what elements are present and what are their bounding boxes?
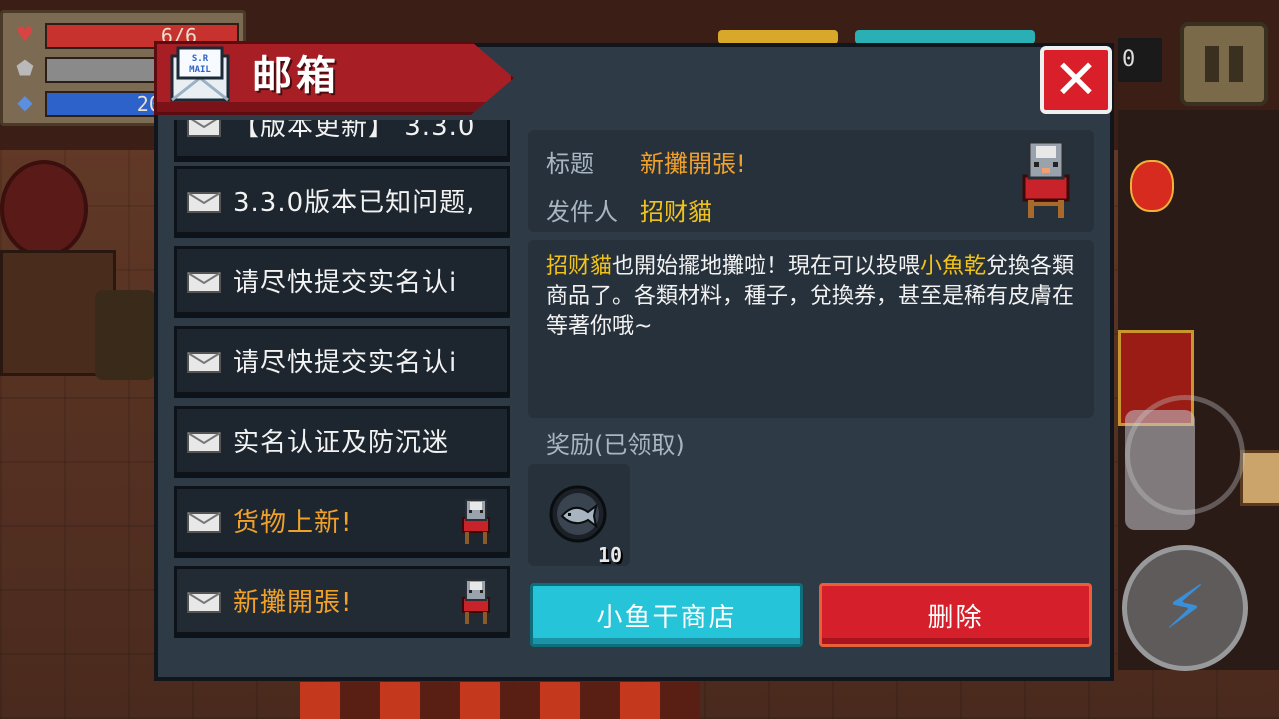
- lucky-cat-icon: [462, 578, 490, 624]
- background-character: [95, 290, 155, 380]
- reward-quantity: 10: [598, 543, 623, 567]
- close-button[interactable]: ✕: [1040, 46, 1112, 114]
- mail-item-label: 请尽快提交实名认i: [233, 348, 458, 378]
- pause-button[interactable]: [1180, 22, 1268, 106]
- lucky-cat-icon: [462, 498, 490, 544]
- envelope-icon: [187, 120, 221, 137]
- body-highlight-sender: 招财貓: [546, 254, 613, 279]
- mail-item-label: 实名认证及防沉迷: [233, 428, 450, 458]
- delete-button[interactable]: 删除: [819, 583, 1092, 647]
- diamond-icon: ◆: [17, 90, 33, 114]
- subject-value: 新攤開張!: [640, 150, 746, 178]
- mail-item-new-stall[interactable]: 新攤開張!: [174, 566, 510, 638]
- svg-text:MAIL: MAIL: [189, 65, 211, 75]
- background-sign: [1240, 450, 1279, 506]
- mail-list[interactable]: 【版本更新】 3.3.0 3.3.0版本已知问题, 请尽快提交实名认i 请尽快提…: [170, 120, 514, 650]
- reward-label: 奖励(已领取): [546, 431, 685, 459]
- envelope-icon: [187, 591, 221, 613]
- close-icon: ✕: [1053, 48, 1099, 111]
- hp-row: ♥: [11, 21, 39, 47]
- mail-item-new-goods[interactable]: 货物上新!: [174, 486, 510, 558]
- dried-fish-shop-button[interactable]: 小鱼干商店: [530, 583, 803, 647]
- envelope-icon: [187, 511, 221, 533]
- mail-item-label: 【版本更新】 3.3.0: [233, 120, 476, 142]
- coin-count: 0: [1118, 38, 1162, 82]
- mail-item-label: 3.3.0版本已知问题,: [233, 188, 476, 218]
- envelope-icon: [187, 431, 221, 453]
- body-text-part: 也開始擺地攤啦！現在可以投喂: [612, 254, 921, 279]
- shield-icon: ⬟: [16, 56, 34, 80]
- mail-item-label: 货物上新!: [233, 508, 353, 538]
- background-lamps: [300, 682, 700, 719]
- mail-body-text: 招财貓也開始擺地攤啦！現在可以投喂小魚乾兌換各類商品了。各類材料，種子，兌換券，…: [546, 252, 1076, 342]
- mail-item-real-name-2[interactable]: 请尽快提交实名认i: [174, 326, 510, 398]
- pause-icon-bar: [1229, 46, 1243, 82]
- top-bar-yellow: [718, 30, 838, 44]
- sender-avatar-icon: [1022, 140, 1070, 218]
- mail-item-anti-addiction[interactable]: 实名认证及防沉迷: [174, 406, 510, 478]
- mail-item-label: 新攤開張!: [233, 588, 353, 618]
- background-rug: [0, 160, 88, 258]
- mail-icon: S.R MAIL: [170, 46, 230, 102]
- mail-icon-text: S.R: [192, 54, 209, 64]
- envelope-icon: [187, 351, 221, 373]
- sender-value: 招财貓: [640, 198, 712, 226]
- lantern-decoration: [1130, 160, 1174, 212]
- subject-label: 标题: [546, 150, 594, 178]
- dialog-title: 邮箱: [252, 53, 340, 99]
- energy-row: ◆: [11, 89, 39, 115]
- skill-button[interactable]: ⚡: [1122, 545, 1248, 671]
- mail-item-label: 请尽快提交实名认i: [233, 268, 458, 298]
- pause-icon-bar: [1205, 46, 1219, 82]
- envelope-icon: [187, 271, 221, 293]
- lightning-icon: ⚡: [1163, 573, 1207, 643]
- top-bar-teal: [855, 30, 1035, 44]
- heart-icon: ♥: [16, 22, 34, 46]
- weapon-switch-button[interactable]: [1125, 395, 1245, 515]
- mail-item-real-name-1[interactable]: 请尽快提交实名认i: [174, 246, 510, 318]
- body-highlight-item: 小魚乾: [920, 254, 987, 279]
- envelope-icon: [187, 191, 221, 213]
- dried-fish-icon: [549, 485, 607, 543]
- armor-row: ⬟: [11, 55, 39, 81]
- mail-item-known-issues[interactable]: 3.3.0版本已知问题,: [174, 166, 510, 238]
- mail-item-version-update[interactable]: 【版本更新】 3.3.0: [174, 120, 510, 162]
- sender-label: 发件人: [546, 198, 618, 226]
